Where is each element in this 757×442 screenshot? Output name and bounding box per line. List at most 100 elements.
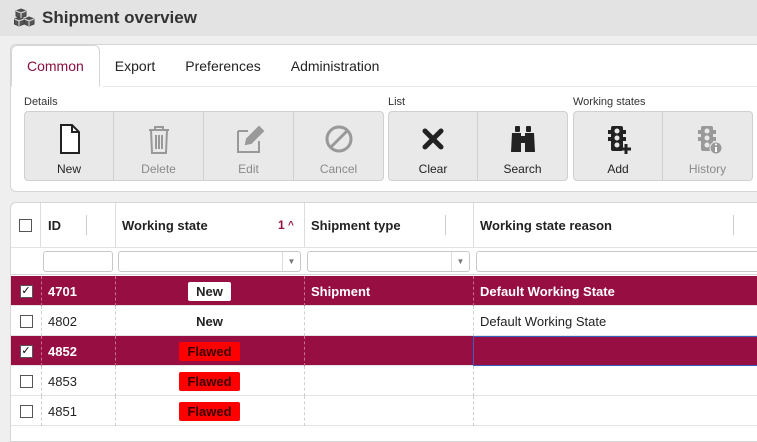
shipment-type-cell (304, 306, 473, 336)
new-button-label: New (56, 162, 81, 176)
tab-administration[interactable]: Administration (276, 45, 395, 87)
row-select-cell (11, 306, 41, 336)
row-select-cell: ✓ (11, 336, 41, 366)
working-state-reason-filter-input[interactable] (476, 251, 757, 272)
column-separator (86, 215, 87, 235)
tab-divider (103, 86, 757, 87)
clear-button-label: Clear (418, 162, 448, 176)
edit-icon (236, 125, 264, 153)
working-state-cell: New (115, 306, 304, 336)
working-state-reason-cell (473, 366, 757, 396)
status-badge: New (188, 311, 231, 331)
traffic-light-info-icon (697, 126, 722, 155)
shipment-type-cell (304, 336, 473, 366)
shipment-type-filter-select[interactable]: ▼ (307, 251, 470, 272)
working-state-reason-cell: Default Working State (480, 313, 607, 329)
new-button[interactable]: New (24, 111, 114, 181)
status-badge: Flawed (179, 401, 240, 421)
page-title: Shipment overview (42, 8, 197, 27)
group-label-details: Details (24, 96, 58, 108)
ribbon-toolbar: Common Export Preferences Administration… (10, 44, 757, 192)
history-button[interactable]: History (662, 111, 753, 181)
column-header-working-state-label: Working state (122, 217, 208, 233)
column-separator (733, 215, 734, 235)
search-button-label: Search (503, 162, 542, 176)
column-header-shipment-type-label: Shipment type (311, 217, 401, 233)
tab-preferences[interactable]: Preferences (170, 45, 275, 87)
working-state-cell: Flawed (115, 396, 304, 426)
column-separator (445, 215, 446, 235)
table-row[interactable]: 4851 Flawed (11, 396, 757, 426)
select-all-checkbox[interactable] (19, 218, 32, 232)
table-row[interactable]: 4802 New Default Working State (11, 306, 757, 336)
search-button[interactable]: Search (477, 111, 568, 181)
row-checkbox[interactable]: ✓ (19, 344, 33, 358)
chevron-down-icon[interactable]: ▼ (282, 252, 300, 271)
group-label-working-states: Working states (573, 96, 646, 108)
ban-icon (325, 125, 352, 153)
new-document-icon (60, 124, 80, 154)
id-cell: 4853 (48, 373, 77, 389)
column-header-id-label: ID (48, 217, 61, 233)
shipment-type-cell: Shipment (311, 283, 371, 299)
row-checkbox[interactable] (19, 374, 33, 388)
cancel-button[interactable]: Cancel (293, 111, 384, 181)
edit-button[interactable]: Edit (203, 111, 294, 181)
column-header-working-state-reason[interactable]: Working state reason (473, 203, 757, 247)
tab-bar: Common Export Preferences Administration (11, 45, 394, 87)
close-icon (422, 128, 444, 150)
column-header-shipment-type[interactable]: Shipment type (304, 203, 474, 247)
trash-icon (148, 126, 169, 154)
add-working-state-button[interactable]: Add (573, 111, 663, 181)
id-cell: 4851 (48, 403, 77, 419)
working-state-cell: Flawed (115, 366, 304, 396)
status-badge: Flawed (179, 371, 240, 391)
group-label-list: List (388, 96, 406, 108)
table-row[interactable]: ✓ 4701 New Shipment Default Working State (11, 276, 757, 306)
focused-cell-outline (473, 336, 757, 366)
tab-common[interactable]: Common (11, 45, 100, 87)
cancel-button-label: Cancel (319, 162, 358, 176)
history-button-label: History (688, 162, 727, 176)
clear-button[interactable]: Clear (388, 111, 478, 181)
title-bar: Shipment overview (0, 0, 757, 36)
boxes-icon (14, 8, 35, 27)
column-header-working-state-reason-label: Working state reason (480, 217, 612, 233)
working-state-reason-cell (473, 396, 757, 426)
column-header-working-state[interactable]: Working state 1 ^ (115, 203, 305, 247)
row-checkbox[interactable]: ✓ (19, 284, 33, 298)
column-header-id[interactable]: ID (41, 203, 116, 247)
edit-button-label: Edit (238, 162, 259, 176)
delete-button-label: Delete (141, 162, 176, 176)
id-filter-input[interactable] (43, 251, 113, 272)
tab-export[interactable]: Export (100, 45, 170, 87)
traffic-light-add-icon (608, 126, 631, 154)
table-row[interactable]: ✓ 4852 Flawed (11, 336, 757, 366)
table-row[interactable]: 4853 Flawed (11, 366, 757, 396)
id-cell: 4802 (48, 313, 77, 329)
id-cell: 4701 (48, 283, 77, 299)
working-state-cell: Flawed (115, 336, 304, 366)
filter-row: ▼ ▼ (11, 247, 757, 275)
add-button-label: Add (607, 162, 629, 176)
working-state-reason-cell: Default Working State (480, 283, 615, 299)
row-checkbox[interactable] (19, 314, 33, 328)
shipment-grid: ID Working state 1 ^ Shipment type Worki… (10, 202, 757, 442)
working-state-cell: New (115, 276, 304, 306)
sort-index-badge: 1 (278, 218, 285, 232)
working-state-filter-select[interactable]: ▼ (118, 251, 301, 272)
status-badge: Flawed (179, 341, 240, 361)
shipment-type-cell (304, 396, 473, 426)
row-checkbox[interactable] (19, 404, 33, 418)
sort-ascending-icon[interactable]: ^ (288, 220, 294, 231)
shipment-type-cell (304, 366, 473, 396)
row-select-cell (11, 366, 41, 396)
id-cell: 4852 (48, 343, 77, 359)
status-badge: New (188, 281, 231, 301)
chevron-down-icon[interactable]: ▼ (451, 252, 469, 271)
binoculars-icon (510, 126, 535, 152)
row-select-cell: ✓ (11, 276, 41, 306)
grid-header: ID Working state 1 ^ Shipment type Worki… (11, 203, 757, 247)
delete-button[interactable]: Delete (113, 111, 204, 181)
header-select-all-cell (11, 203, 41, 247)
